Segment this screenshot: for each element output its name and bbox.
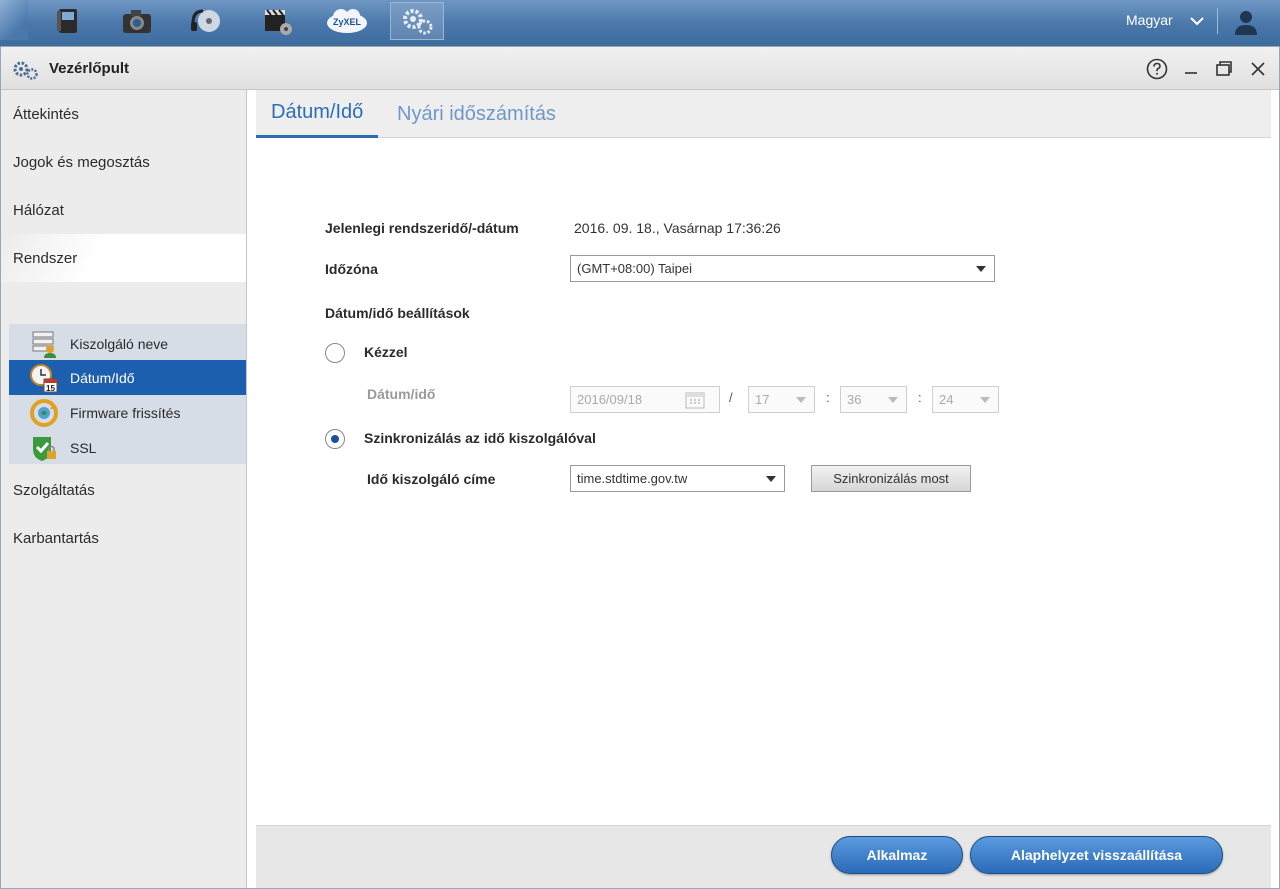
- music-player-icon[interactable]: [180, 2, 234, 40]
- footer-bar: Alkalmaz Alaphelyzet visszaállítása: [256, 825, 1271, 888]
- manual-radio[interactable]: [325, 343, 345, 363]
- svg-text:15: 15: [46, 384, 55, 393]
- zyxel-cloud-icon[interactable]: ZyXEL: [320, 2, 374, 40]
- main-content: Dátum/Idő Nyári időszámítás Jelenlegi re…: [248, 90, 1279, 888]
- sidebar-subitem-date-time[interactable]: 15 Dátum/Idő: [9, 360, 246, 395]
- datetime-label: Dátum/idő: [367, 386, 436, 402]
- chevron-down-icon[interactable]: [1188, 12, 1206, 30]
- sidebar-subitem-label: Dátum/Idő: [70, 369, 135, 386]
- sidebar-item-system[interactable]: Rendszer: [1, 234, 246, 282]
- date-input[interactable]: 2016/09/18: [570, 386, 720, 413]
- tab-date-time[interactable]: Dátum/Idő: [256, 90, 379, 138]
- taskbar-divider: [1217, 8, 1218, 34]
- restore-icon: [1216, 61, 1232, 76]
- taskbar-left-cap: [0, 0, 28, 40]
- ssl-shield-icon: [33, 437, 56, 461]
- caret-down-icon: [888, 397, 898, 403]
- apply-button[interactable]: Alkalmaz: [831, 836, 963, 874]
- user-icon[interactable]: [1232, 8, 1260, 36]
- sidebar-item-overview[interactable]: Áttekintés: [1, 90, 246, 138]
- sidebar-item-label: Rendszer: [13, 249, 78, 267]
- control-panel-window: Vezérlőpult Áttekintés Jogok és megosztá…: [0, 46, 1280, 889]
- sidebar-item-label: Áttekintés: [13, 105, 79, 123]
- sidebar: Áttekintés Jogok és megosztás Hálózat Re…: [1, 90, 247, 888]
- firmware-update-icon: [30, 399, 58, 427]
- hour-select-value: 17: [755, 392, 770, 407]
- date-input-value: 2016/09/18: [577, 392, 643, 407]
- sidebar-subitem-label: SSL: [70, 439, 97, 456]
- caret-down-icon: [976, 266, 986, 272]
- tab-daylight-saving[interactable]: Nyári időszámítás: [382, 90, 571, 138]
- caret-down-icon: [796, 397, 806, 403]
- timezone-select[interactable]: (GMT+08:00) Taipei: [570, 255, 995, 282]
- sidebar-item-network[interactable]: Hálózat: [1, 186, 246, 234]
- control-panel-gears-icon[interactable]: [390, 2, 444, 40]
- sidebar-item-services[interactable]: Szolgáltatás: [1, 466, 246, 514]
- hour-select[interactable]: 17: [748, 386, 815, 413]
- date-time-icon: 15: [30, 364, 58, 393]
- sync-now-button[interactable]: Szinkronizálás most: [811, 465, 971, 492]
- video-player-icon[interactable]: [250, 2, 304, 40]
- second-select[interactable]: 24: [932, 386, 999, 413]
- system-submenu: Kiszolgáló neve 15 Dátum/Idő Firmware fr…: [9, 324, 246, 464]
- help-button[interactable]: [1146, 58, 1168, 80]
- language-selector[interactable]: Magyar: [1126, 12, 1173, 28]
- minimize-button[interactable]: [1180, 58, 1202, 80]
- sidebar-subitem-label: Firmware frissítés: [70, 404, 181, 421]
- settings-heading: Dátum/idő beállítások: [325, 305, 470, 321]
- sync-radio[interactable]: [325, 429, 345, 449]
- sidebar-item-maintenance[interactable]: Karbantartás: [1, 514, 246, 562]
- caret-down-icon: [766, 476, 776, 482]
- photo-camera-icon[interactable]: [110, 2, 164, 40]
- sidebar-subitem-label: Kiszolgáló neve: [70, 335, 169, 352]
- window-title: Vezérlőpult: [49, 60, 130, 77]
- tab-bar: Dátum/Idő Nyári időszámítás: [256, 90, 1271, 138]
- server-address-select[interactable]: time.stdtime.gov.tw: [570, 465, 785, 492]
- svg-text:ZyXEL: ZyXEL: [333, 17, 362, 27]
- sidebar-subitem-ssl[interactable]: SSL: [9, 430, 246, 465]
- close-icon: [1251, 62, 1265, 76]
- sync-label[interactable]: Szinkronizálás az idő kiszolgálóval: [364, 430, 596, 446]
- minute-select-value: 36: [847, 392, 862, 407]
- window-titlebar: Vezérlőpult: [1, 47, 1279, 90]
- sidebar-item-label: Jogok és megosztás: [13, 153, 150, 171]
- help-icon: [1146, 58, 1168, 80]
- current-time-label: Jelenlegi rendszeridő/-dátum: [325, 220, 519, 236]
- minimize-icon: [1185, 72, 1197, 74]
- timezone-label: Időzóna: [325, 261, 378, 277]
- manual-label[interactable]: Kézzel: [364, 344, 408, 360]
- sidebar-item-privileges[interactable]: Jogok és megosztás: [1, 138, 246, 186]
- caret-down-icon: [980, 397, 990, 403]
- server-address-value: time.stdtime.gov.tw: [577, 471, 688, 486]
- date-time-separator: /: [729, 390, 733, 405]
- time-colon: :: [918, 390, 922, 405]
- server-address-label: Idő kiszolgáló címe: [367, 471, 496, 487]
- sidebar-subitem-server-name[interactable]: Kiszolgáló neve: [9, 326, 246, 361]
- server-name-icon: [32, 331, 56, 358]
- close-button[interactable]: [1247, 58, 1269, 80]
- maximize-button[interactable]: [1213, 58, 1235, 80]
- time-colon: :: [826, 390, 830, 405]
- reset-button[interactable]: Alaphelyzet visszaállítása: [970, 836, 1223, 874]
- file-browser-icon[interactable]: [40, 2, 94, 40]
- sidebar-subitem-firmware-update[interactable]: Firmware frissítés: [9, 395, 246, 430]
- minute-select[interactable]: 36: [840, 386, 907, 413]
- sidebar-item-label: Szolgáltatás: [13, 481, 95, 499]
- sidebar-item-label: Hálózat: [13, 201, 64, 219]
- calendar-icon[interactable]: [685, 391, 705, 409]
- sidebar-item-label: Karbantartás: [13, 529, 99, 547]
- second-select-value: 24: [939, 392, 954, 407]
- control-panel-gears-icon: [13, 61, 38, 80]
- taskbar: ZyXEL Magyar: [0, 0, 1280, 44]
- current-time-value: 2016. 09. 18., Vasárnap 17:36:26: [574, 220, 781, 236]
- timezone-select-value: (GMT+08:00) Taipei: [577, 261, 693, 276]
